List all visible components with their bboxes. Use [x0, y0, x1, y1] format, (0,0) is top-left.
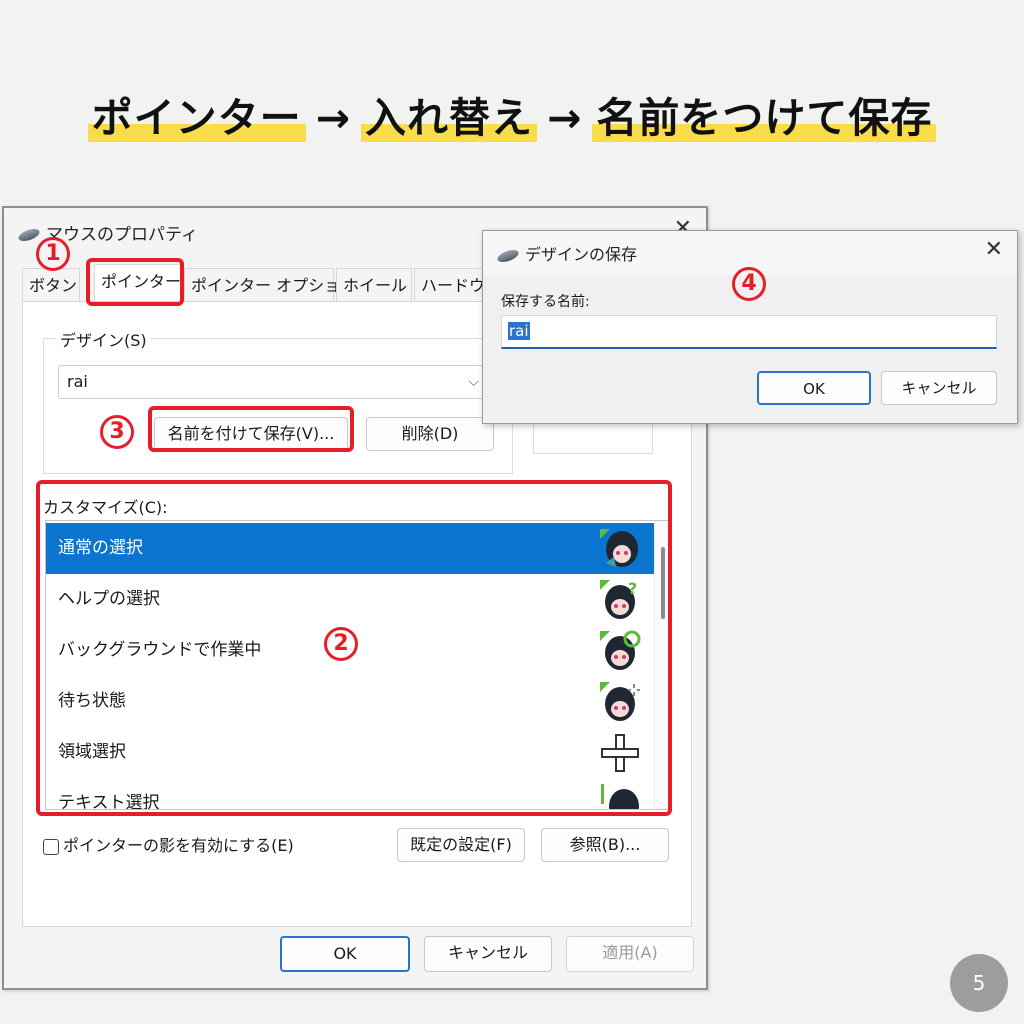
annotation-step-1: 1 — [36, 234, 70, 271]
close-icon[interactable]: ✕ — [985, 237, 1003, 262]
annotation-box-pointer-tab — [86, 258, 184, 306]
save-name-label: 保存する名前: — [501, 294, 590, 310]
save-name-input[interactable]: rai — [501, 315, 997, 349]
save-dialog-title: デザインの保存 — [495, 241, 638, 265]
tab-buttons[interactable]: ボタン — [22, 268, 80, 302]
save-ok-button[interactable]: OK — [757, 371, 871, 405]
design-label: デザイン(S) — [56, 327, 151, 351]
annotation-box-save-as — [148, 406, 354, 452]
delete-button[interactable]: 削除(D) — [366, 417, 494, 451]
shadow-checkbox-label: ポインターの影を有効にする(E) — [63, 836, 294, 855]
annotation-step-2: 2 — [324, 624, 358, 661]
design-select[interactable]: rai ⌵ — [58, 365, 490, 399]
cancel-button[interactable]: キャンセル — [424, 936, 552, 972]
apply-button[interactable]: 適用(A) — [566, 936, 694, 972]
chevron-down-icon: ⌵ — [468, 374, 479, 390]
heading-arrow-2: → — [547, 94, 583, 142]
save-dialog-title-text: デザインの保存 — [525, 245, 638, 264]
save-design-dialog: デザインの保存 ✕ 保存する名前: rai OK キャンセル — [482, 230, 1018, 424]
design-select-value: rai — [67, 372, 88, 391]
annotation-step-3: 3 — [100, 412, 134, 449]
tab-pointer-options[interactable]: ポインター オプション — [184, 268, 356, 302]
save-cancel-button[interactable]: キャンセル — [881, 371, 997, 405]
shadow-checkbox-row[interactable]: ポインターの影を有効にする(E) — [43, 832, 294, 856]
default-settings-button[interactable]: 既定の設定(F) — [397, 828, 525, 862]
page-heading: ポインター → 入れ替え → 名前をつけて保存 — [0, 84, 1024, 144]
heading-arrow-1: → — [315, 94, 351, 142]
save-name-value: rai — [508, 322, 530, 340]
heading-part-replace: 入れ替え — [361, 94, 537, 142]
heading-part-save: 名前をつけて保存 — [592, 94, 937, 142]
tab-wheel[interactable]: ホイール — [336, 268, 412, 302]
mouse-icon — [495, 247, 521, 264]
annotation-step-4: 4 — [732, 264, 766, 301]
heading-part-pointer: ポインター — [87, 94, 306, 142]
page-number-badge: 5 — [950, 954, 1008, 1012]
ok-button[interactable]: OK — [280, 936, 410, 972]
shadow-checkbox[interactable] — [43, 838, 59, 855]
browse-button[interactable]: 参照(B)... — [541, 828, 669, 862]
